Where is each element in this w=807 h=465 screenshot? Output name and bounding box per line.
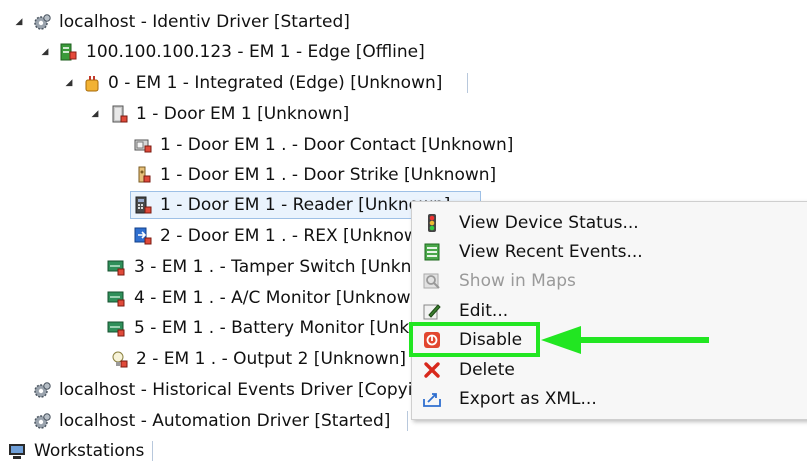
tree-row-ac-monitor[interactable]: 4 - EM 1 . - A/C Monitor [Unknown]: [0, 284, 428, 312]
tree-row-rex[interactable]: 2 - Door EM 1 . - REX [Unknown]: [0, 222, 435, 250]
menu-item-label: Show in Maps: [459, 271, 576, 291]
collapse-icon[interactable]: ◢: [90, 100, 100, 128]
tree-row-output-2[interactable]: 2 - EM 1 . - Output 2 [Unknown]: [0, 345, 420, 373]
tree-row-label: 1 - Door EM 1 . - Door Contact [Unknown]: [160, 135, 514, 155]
input-icon: [107, 260, 125, 276]
tree-row-label: 2 - Door EM 1 . - REX [Unknown]: [160, 226, 436, 246]
menu-item-label: View Recent Events...: [459, 242, 643, 262]
export-icon: [423, 393, 441, 407]
collapse-icon[interactable]: ◢: [14, 8, 24, 36]
tree-row-label: localhost - Identiv Driver [Started]: [59, 12, 350, 32]
door-strike-icon: [138, 166, 151, 183]
tree-row-door-strike[interactable]: 1 - Door EM 1 . - Door Strike [Unknown]: [0, 161, 520, 189]
edit-pencil-icon: [423, 304, 441, 320]
cursor-separator: [407, 411, 408, 431]
tree-row-automation-driver[interactable]: localhost - Automation Driver [Started]: [0, 407, 420, 435]
tree-row-label: 1 - Door EM 1 . - Door Strike [Unknown]: [160, 165, 497, 185]
gear-icon: [34, 413, 51, 429]
input-icon: [107, 321, 125, 337]
tree-row-label: 1 - Door EM 1 - Reader [Unknown]: [160, 195, 451, 215]
gear-icon: [34, 14, 51, 30]
delete-x-icon: [424, 362, 440, 378]
menu-item-view-device-status[interactable]: View Device Status...: [412, 209, 807, 238]
menu-item-view-recent-events[interactable]: View Recent Events...: [412, 238, 807, 267]
cursor-separator: [152, 441, 153, 461]
module-icon: [85, 76, 99, 92]
menu-item-label: View Device Status...: [459, 213, 639, 233]
tree-row-label: localhost - Historical Events Driver [Co…: [59, 380, 441, 400]
annotation-arrow: [541, 326, 709, 354]
controller-icon: [60, 43, 77, 61]
tree-row-edge-controller[interactable]: ◢ 100.100.100.123 - EM 1 - Edge [Offline…: [0, 38, 460, 66]
tree-row-reader[interactable]: 1 - Door EM 1 - Reader [Unknown]: [130, 191, 450, 219]
context-menu: View Device Status... View Recent Events…: [411, 201, 807, 420]
tree-row-tamper-switch[interactable]: 3 - EM 1 . - Tamper Switch [Unknown]: [0, 253, 453, 281]
reader-icon: [135, 196, 152, 214]
menu-item-show-in-maps: Show in Maps: [412, 267, 807, 296]
input-icon: [107, 291, 125, 307]
tree-row-label: 1 - Door EM 1 [Unknown]: [136, 104, 350, 124]
gear-icon: [34, 382, 51, 398]
tree-row-integrated-module[interactable]: ◢ 0 - EM 1 - Integrated (Edge) [Unknown]: [0, 69, 470, 97]
cursor-separator: [467, 73, 468, 93]
annotation-highlight-box: [409, 322, 540, 357]
traffic-light-icon: [428, 214, 436, 232]
door-contact-icon: [134, 139, 152, 153]
tree-row-label: 2 - EM 1 . - Output 2 [Unknown]: [136, 349, 406, 369]
tree-row-door[interactable]: ◢ 1 - Door EM 1 [Unknown]: [0, 100, 380, 128]
tree-row-label: 4 - EM 1 . - A/C Monitor [Unknown]: [134, 288, 428, 308]
events-list-icon: [424, 243, 440, 261]
menu-item-delete[interactable]: Delete: [412, 356, 807, 385]
map-search-icon: [423, 273, 440, 289]
tree-row-door-contact[interactable]: 1 - Door EM 1 . - Door Contact [Unknown]: [0, 131, 540, 159]
tree-row-battery-monitor[interactable]: 5 - EM 1 . - Battery Monitor [Unknown]: [0, 314, 462, 342]
menu-item-label: Delete: [459, 360, 515, 380]
tree-row-label: 0 - EM 1 - Integrated (Edge) [Unknown]: [108, 73, 443, 93]
menu-item-label: Export as XML...: [459, 389, 597, 409]
door-icon: [112, 105, 128, 123]
rex-icon: [134, 227, 152, 245]
collapse-icon[interactable]: ◢: [40, 38, 50, 66]
tree-row-label: localhost - Automation Driver [Started]: [59, 411, 391, 431]
tree-row-label: 3 - EM 1 . - Tamper Switch [Unknown]: [134, 257, 454, 277]
tree-row-identiv-driver[interactable]: ◢ localhost - Identiv Driver [Started]: [0, 8, 420, 36]
tree-row-historical-events-driver[interactable]: localhost - Historical Events Driver [Co…: [0, 376, 441, 404]
tree-row-label: 100.100.100.123 - EM 1 - Edge [Offline]: [86, 42, 425, 62]
collapse-icon[interactable]: ◢: [64, 69, 74, 97]
workstation-icon: [9, 444, 25, 459]
menu-item-export-as-xml[interactable]: Export as XML...: [412, 385, 807, 414]
output-bulb-icon: [112, 351, 128, 368]
